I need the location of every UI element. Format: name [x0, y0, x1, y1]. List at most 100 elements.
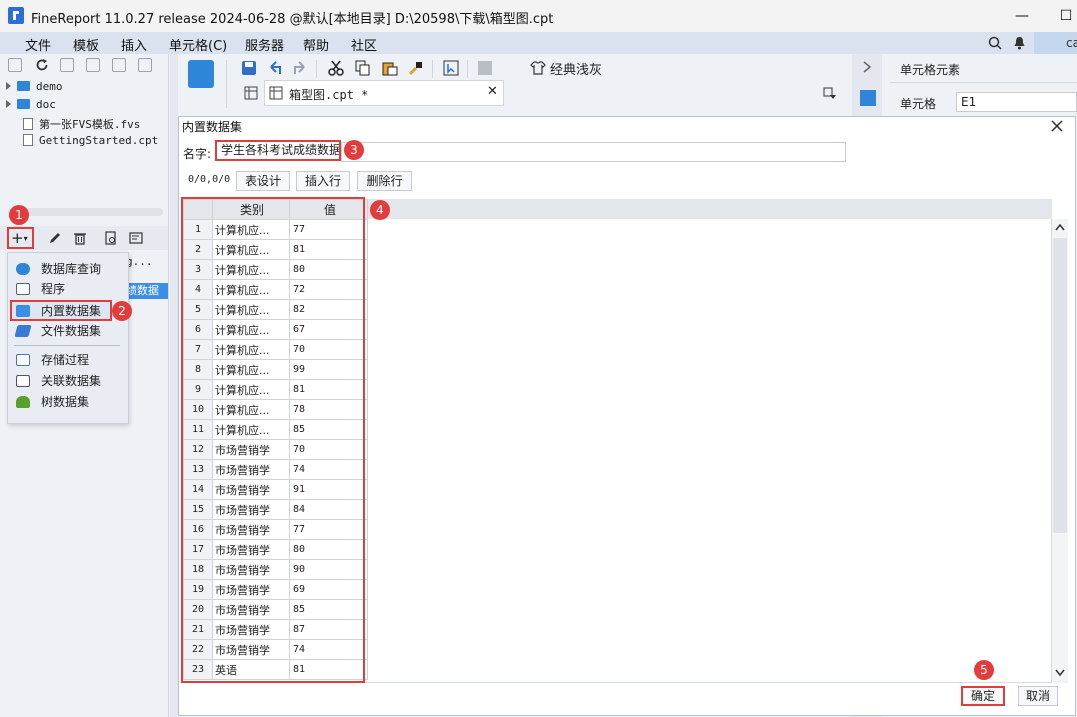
step-badge-5: 5 — [974, 660, 994, 680]
panel-splitter[interactable] — [170, 54, 178, 717]
user-account[interactable]: ca — [1034, 32, 1077, 54]
menu-server[interactable]: 服务器 — [245, 35, 284, 54]
menu-bar: 文件 模板 插入 单元格(C) 服务器 帮助 社区 — [0, 32, 1077, 54]
tree-item[interactable]: doc — [6, 98, 56, 111]
tree-dataset-icon — [16, 396, 30, 408]
ok-button[interactable]: 确定 — [961, 686, 1005, 706]
name-input-field[interactable] — [341, 142, 846, 162]
theme-shirt-icon[interactable] — [530, 60, 546, 76]
theme-label[interactable]: 经典浅灰 — [550, 59, 602, 78]
cell-label: 单元格 — [900, 97, 937, 111]
table-highlight — [181, 197, 365, 683]
dataset-panel-icon[interactable] — [188, 60, 214, 88]
folder-icon — [17, 99, 30, 109]
menu-file[interactable]: 文件 — [25, 35, 51, 54]
redo-icon[interactable] — [292, 60, 308, 76]
builtin-dataset-icon — [16, 305, 30, 317]
database-icon — [16, 263, 30, 275]
template-icon[interactable] — [60, 58, 74, 72]
refresh-icon[interactable] — [35, 58, 49, 72]
toolbar-divider — [226, 60, 227, 108]
dialog-title: 内置数据集 — [182, 120, 243, 134]
menu-item-db-query[interactable]: 数据库查询 — [16, 259, 121, 279]
menu-insert[interactable]: 插入 — [121, 35, 147, 54]
menu-cell[interactable]: 单元格(C) — [169, 35, 227, 54]
delete-dataset-icon[interactable] — [73, 231, 87, 245]
undo-icon[interactable] — [267, 60, 283, 76]
scroll-up-icon[interactable] — [1055, 223, 1065, 231]
tree-item[interactable]: 第一张FVS模板.fvs — [23, 116, 140, 132]
expand-arrow-icon[interactable] — [6, 82, 11, 90]
step-badge-1: 1 — [9, 205, 29, 225]
preview-icon[interactable] — [104, 231, 118, 245]
tree-item[interactable]: GettingStarted.cpt — [23, 134, 158, 147]
template-tab[interactable]: 箱型图.cpt * ✕ — [264, 80, 504, 106]
search-icon[interactable] — [988, 36, 1002, 50]
dropdown-arrow-icon: ▾ — [23, 234, 28, 243]
menu-item-relation-dataset[interactable]: 关联数据集 — [16, 371, 121, 391]
copy-cells-icon[interactable] — [355, 60, 371, 76]
panel-divider — [890, 82, 1077, 83]
menu-community[interactable]: 社区 — [351, 35, 377, 54]
fvs-file-icon — [23, 118, 33, 130]
toolbar-divider — [432, 60, 433, 78]
relation-dataset-icon — [16, 375, 30, 387]
close-tab-icon[interactable]: ✕ — [487, 84, 498, 99]
disabled-tool-icon — [478, 61, 492, 75]
cell-position: 0/0,0/0 — [188, 174, 231, 185]
paste-icon[interactable] — [382, 60, 398, 76]
new-folder-icon[interactable] — [8, 58, 22, 72]
title-bar: FineReport 11.0.27 release 2024-06-28 @默… — [0, 0, 1077, 32]
menu-divider — [14, 345, 120, 346]
dataset-settings-icon[interactable] — [129, 231, 144, 245]
menu-item-stored-procedure[interactable]: 存储过程 — [16, 350, 121, 370]
tree-scrollbar[interactable] — [8, 208, 163, 216]
menu-item-builtin-dataset[interactable]: 内置数据集 — [16, 301, 121, 321]
scroll-down-icon[interactable] — [1055, 669, 1065, 677]
cut-icon[interactable] — [328, 60, 344, 76]
menu-item-tree-dataset[interactable]: 树数据集 — [16, 392, 121, 412]
save-icon[interactable] — [241, 60, 257, 76]
bell-icon[interactable] — [1013, 36, 1026, 50]
collapse-arrow-icon[interactable] — [862, 60, 872, 74]
cell-input[interactable]: E1 — [956, 92, 1077, 112]
format-painter-icon[interactable] — [408, 60, 424, 76]
step-badge-3: 3 — [344, 140, 364, 160]
copy-icon[interactable] — [138, 58, 152, 72]
cancel-button[interactable]: 取消 — [1018, 686, 1058, 706]
add-dataset-button[interactable]: +▾ — [7, 227, 34, 249]
menu-help[interactable]: 帮助 — [303, 35, 329, 54]
expand-arrow-icon[interactable] — [6, 100, 11, 108]
cpt-tab-icon — [269, 86, 283, 100]
preview-report-icon[interactable] — [443, 60, 459, 76]
dataset-item-selected[interactable]: 绩数据 — [126, 283, 168, 299]
cpt-file-icon — [23, 134, 33, 146]
menu-item-file-dataset[interactable]: 文件数据集 — [14, 321, 121, 341]
grid-view-icon[interactable] — [244, 86, 258, 100]
name-label: 名字: — [183, 147, 212, 161]
folder-icon — [17, 81, 30, 91]
tree-item[interactable]: demo — [6, 80, 63, 93]
settings-icon[interactable] — [86, 58, 100, 72]
scrollbar-thumb[interactable] — [1053, 238, 1067, 533]
table-design-button[interactable]: 表设计 — [236, 171, 290, 191]
close-dialog-icon[interactable] — [1051, 120, 1063, 132]
edit-icon[interactable] — [48, 231, 62, 245]
delete-row-button[interactable]: 删除行 — [357, 171, 412, 191]
name-input[interactable]: 学生各科考试成绩数据 — [215, 140, 341, 161]
minimize-button[interactable]: — — [1012, 6, 1032, 26]
dataset-item-partial[interactable]: g... — [126, 255, 153, 268]
menu-template[interactable]: 模板 — [73, 35, 99, 54]
delete-icon[interactable] — [112, 58, 126, 72]
designer-toolbar: 经典浅灰 箱型图.cpt * ✕ — [178, 54, 850, 116]
toolbar-divider — [316, 60, 317, 78]
tab-label: 箱型图.cpt * — [289, 88, 369, 102]
maximize-button[interactable]: ☐ — [1056, 6, 1076, 26]
cell-element-icon[interactable] — [860, 90, 876, 106]
insert-row-button[interactable]: 插入行 — [296, 171, 350, 191]
menu-item-program[interactable]: 程序 — [16, 279, 121, 299]
step-badge-4: 4 — [370, 200, 390, 220]
stored-procedure-icon — [16, 354, 30, 366]
step-badge-2: 2 — [112, 301, 132, 321]
tab-menu-icon[interactable] — [823, 86, 837, 100]
